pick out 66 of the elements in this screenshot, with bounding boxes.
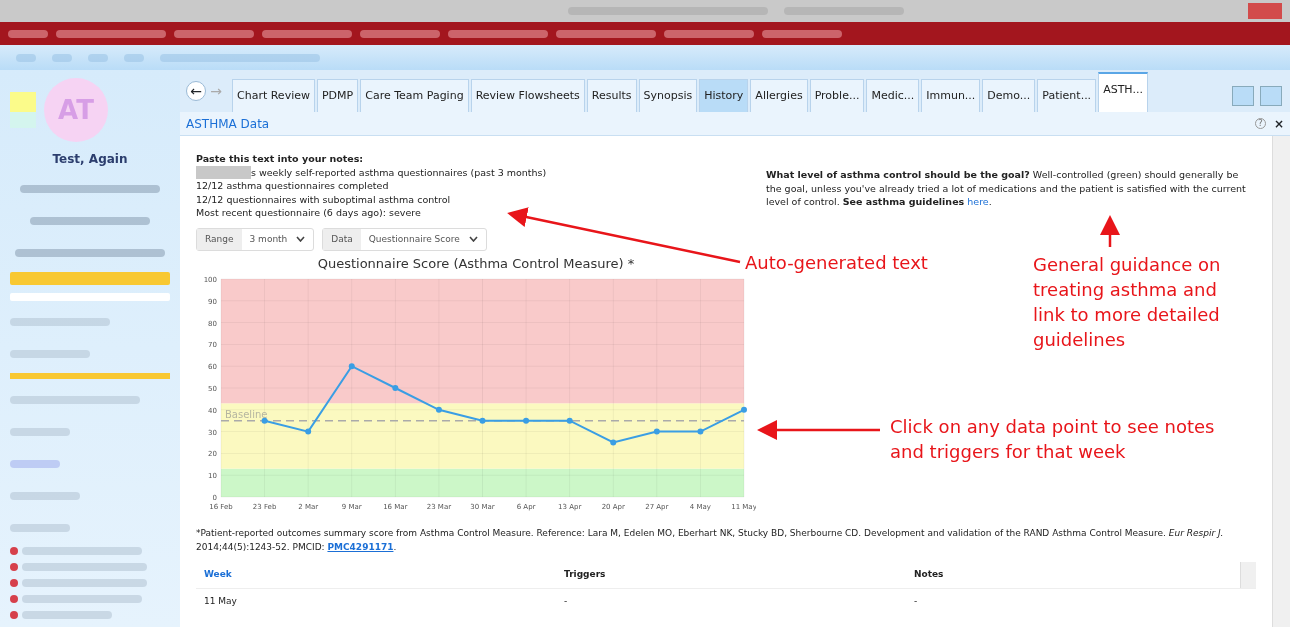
tab[interactable]: Demo...	[982, 78, 1036, 112]
data-point[interactable]	[435, 406, 442, 413]
data-point[interactable]	[305, 428, 312, 435]
blurred-text	[10, 428, 70, 436]
notes-line: 12/12 asthma questionnaires completed	[196, 179, 389, 193]
search-field[interactable]	[10, 292, 170, 302]
data-point[interactable]	[479, 417, 486, 424]
blurred-text	[10, 524, 70, 532]
data-point[interactable]	[523, 417, 530, 424]
data-point[interactable]	[348, 363, 355, 370]
tab[interactable]: Allergies	[750, 78, 808, 112]
tab[interactable]: Review Flowsheets	[470, 78, 585, 112]
table-cell-text: 11 May	[204, 594, 238, 608]
tab[interactable]: Care Team Paging	[360, 78, 469, 112]
tab[interactable]: Immun...	[921, 78, 981, 112]
back-button[interactable]: ←	[186, 81, 206, 101]
filter-dropdown[interactable]: Data Questionnaire Score	[322, 227, 487, 251]
tab[interactable]: ASTH...	[1098, 71, 1148, 112]
tab[interactable]: PDMP	[317, 78, 359, 112]
chevron-icon	[468, 236, 478, 242]
blurred-text	[8, 29, 48, 38]
tab[interactable]: Synopsis	[638, 78, 698, 112]
baseline-label: Baseline	[225, 408, 268, 420]
chart-title: Questionnaire Score (Asthma Control Measure) *	[317, 256, 635, 271]
close-button[interactable]: ×	[1273, 114, 1284, 133]
data-point[interactable]	[566, 417, 573, 424]
blurred-text	[124, 53, 144, 62]
table-cell-text: -	[914, 594, 919, 608]
tab[interactable]: History	[699, 78, 749, 112]
tab[interactable]: Proble...	[809, 78, 865, 112]
blurred-text	[88, 53, 108, 62]
column-header: Notes	[914, 568, 945, 581]
notes-line: s weekly self-reported asthma questionnaires (past 3 months)	[251, 165, 547, 179]
annotation-text: Auto-generated text	[745, 251, 929, 275]
panel-title: ASTHMA Data	[186, 115, 270, 133]
patient-name: Test, Again	[51, 151, 129, 168]
blurred-text	[16, 53, 36, 62]
data-point[interactable]	[653, 428, 660, 435]
guidelines-link[interactable]: here	[967, 196, 989, 207]
annotation-text: Click on any data point to see notes and triggers for that week	[890, 415, 1216, 464]
tab[interactable]: Patient...	[1037, 78, 1097, 112]
annotation-text: General guidance on treating asthma and link to more detailed guidelines	[1033, 253, 1222, 352]
column-header[interactable]: Week	[204, 568, 564, 582]
tab[interactable]: Medic...	[866, 78, 920, 112]
data-point[interactable]	[392, 385, 399, 391]
table-cell-text: -	[564, 594, 569, 608]
notes-line: 12/12 questionnaires with suboptimal asthma control	[196, 192, 451, 206]
scrollbar[interactable]	[1272, 136, 1290, 627]
tab[interactable]: Chart Review	[232, 78, 315, 112]
blurred-text	[10, 460, 60, 468]
footnote-paragraph: *Patient-reported outcomes summary score from Asthma Control Measure. Reference: Lara M, Edelen MO, Eberhart NK, Stucky BD, Sherbourne CD. Development and validation of the RAND Asthma Control Measure. Eur Respir J. 2014;44(5):1243-52. PMCID: PMC4291171.	[196, 527, 1225, 554]
guidance-paragraph: What level of asthma control should be the goal? Well-controlled (green) should generally be the goal, unless you've already tried a lot of medications and the patient is satisfied with the current level of control. See asthma guidelines here.	[766, 168, 1246, 209]
annotation-arrow	[1100, 215, 1120, 247]
data-point[interactable]	[697, 428, 704, 435]
data-point[interactable]	[610, 439, 617, 446]
column-header: Triggers	[564, 568, 607, 581]
blurred-text	[10, 492, 80, 500]
chevron-icon	[296, 236, 306, 242]
data-point[interactable]	[261, 417, 268, 424]
tab[interactable]: Results	[586, 78, 637, 112]
blurred-text	[52, 53, 72, 62]
notes-line: Most recent questionnaire (6 days ago): severe	[196, 206, 421, 220]
filter-dropdown[interactable]: Range 3 month	[196, 227, 315, 251]
data-point[interactable]	[741, 406, 747, 413]
table-scrollbar[interactable]	[1240, 562, 1256, 588]
notes-heading: Paste this text into your notes:	[196, 152, 365, 166]
